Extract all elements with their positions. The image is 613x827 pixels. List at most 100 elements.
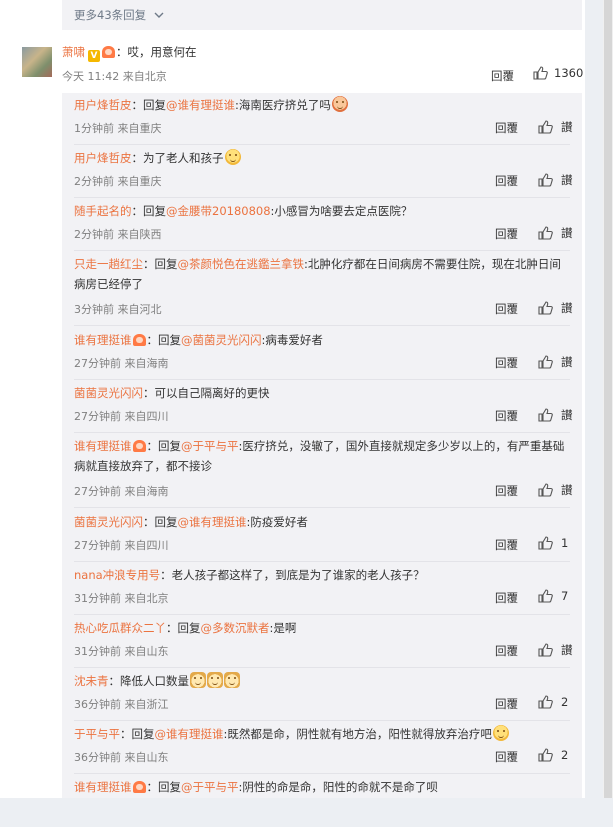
reply-item: 沈未青：降低人口数量 36分钟前 来自浙江 回覆 2	[62, 671, 582, 721]
like-count: 7	[561, 589, 569, 603]
reply-button[interactable]: 回覆	[495, 749, 518, 765]
reply-username[interactable]: 谁有理挺谁	[74, 333, 132, 347]
reply-button[interactable]: 回覆	[495, 696, 518, 712]
reply-body: :既然都是命，阴性就有地方治，阳性就得放弃治疗吧	[223, 727, 492, 741]
reply-username[interactable]: nana冲浪专用号	[74, 568, 160, 582]
reply-text-line: 菌菌灵光闪闪：可以自己隔离好的更快	[74, 383, 570, 403]
chevron-down-icon	[154, 12, 164, 18]
divider	[74, 667, 570, 668]
like-button[interactable]: 讃	[538, 354, 573, 370]
divider	[74, 432, 570, 433]
like-button[interactable]: 2	[538, 695, 568, 709]
reply-username[interactable]: 只走一趟红尘	[74, 257, 143, 271]
reply-username[interactable]: 谁有理挺谁	[74, 439, 132, 453]
like-count: 讃	[561, 301, 573, 315]
reply-username[interactable]: 随手起名的	[74, 204, 132, 218]
reply-body: :防疫爱好者	[246, 515, 308, 529]
reply-meta: 27分钟前 来自四川	[74, 410, 169, 423]
like-count: 2	[561, 748, 569, 762]
like-button[interactable]: 讃	[538, 482, 573, 498]
like-count: 2	[561, 695, 569, 709]
reply-item: 谁有理挺谁 ：回复@于平与平:医疗挤兑，没辙了，国外直接就规定多少岁以上的，有严重…	[62, 436, 582, 508]
reply-username[interactable]: 用户烽哲皮	[74, 151, 132, 165]
reply-item: 谁有理挺谁 ：回复@菌菌灵光闪闪:病毒爱好者 27分钟前 来自海南 回覆 讃	[62, 330, 582, 380]
mention-link[interactable]: @于平与平	[181, 780, 239, 794]
reply-text-line: 谁有理挺谁 ：回复@于平与平:阴性的命是命，阳性的命就不是命了呗	[74, 777, 570, 797]
reply-username[interactable]: 谁有理挺谁	[74, 780, 132, 794]
reply-body: :海南医疗挤兑了吗	[235, 98, 331, 112]
reply-body: :是啊	[269, 621, 297, 635]
thumbs-up-icon	[538, 173, 553, 187]
like-button[interactable]: 讃	[538, 300, 573, 316]
like-button[interactable]: 1	[538, 536, 568, 550]
reply-username[interactable]: 菌菌灵光闪闪	[74, 515, 143, 529]
reply-item: 菌菌灵光闪闪：回复@谁有理挺谁:防疫爱好者 27分钟前 来自四川 回覆 1	[62, 512, 582, 562]
like-button[interactable]: 讃	[538, 225, 573, 241]
reply-button[interactable]: 回覆	[491, 68, 514, 84]
reply-button[interactable]: 回覆	[495, 173, 518, 189]
divider	[74, 507, 570, 508]
reply-prefix: ：降低人口数量	[108, 674, 190, 688]
reply-text-line: 沈未青：降低人口数量	[74, 671, 570, 691]
like-button[interactable]: 讃	[538, 407, 573, 423]
more-replies-link[interactable]: 更多43条回复	[74, 7, 164, 23]
divider	[74, 250, 570, 251]
comment-meta: 今天 11:42 来自北京	[62, 70, 167, 83]
mention-link[interactable]: @多数沉默者	[201, 621, 270, 635]
reply-button[interactable]: 回覆	[495, 120, 518, 136]
thumbs-up-icon	[538, 120, 553, 134]
reply-button[interactable]: 回覆	[495, 590, 518, 606]
reply-text-line: nana冲浪专用号：老人孩子都这样了，到底是为了谁家的老人孩子？	[74, 565, 570, 585]
reply-button[interactable]: 回覆	[495, 226, 518, 242]
fan-badge-icon	[102, 46, 115, 58]
like-button[interactable]: 讃	[538, 119, 573, 135]
divider	[74, 561, 570, 562]
mention-link[interactable]: @金腰带20180808	[166, 204, 271, 218]
reply-meta: 1分钟前 来自重庆	[74, 122, 162, 135]
like-button[interactable]: 讃	[538, 642, 573, 658]
reply-prefix: ：回复	[146, 333, 182, 347]
reply-button[interactable]: 回覆	[495, 408, 518, 424]
mention-link[interactable]: @谁有理挺谁	[155, 727, 224, 741]
mention-link[interactable]: @谁有理挺谁	[166, 98, 235, 112]
reply-username[interactable]: 于平与平	[74, 727, 120, 741]
reply-text-line: 菌菌灵光闪闪：回复@谁有理挺谁:防疫爱好者	[74, 512, 570, 532]
dog-emoji-icon	[224, 672, 240, 688]
reply-prefix: ：回复	[146, 439, 182, 453]
mention-link[interactable]: @谁有理挺谁	[178, 515, 247, 529]
reply-item: 用户烽哲皮：为了老人和孩子 2分钟前 来自重庆 回覆 讃	[62, 148, 582, 198]
like-button[interactable]: 讃	[538, 172, 573, 188]
reply-text-line: 热心吃瓜群众二丫：回复@多数沉默者:是啊	[74, 618, 570, 638]
like-button[interactable]: 1360	[533, 66, 583, 80]
more-replies-label[interactable]: 更多43条回复	[74, 7, 146, 23]
reply-meta: 31分钟前 来自山东	[74, 645, 169, 658]
scrollbar-thumb[interactable]	[604, 0, 612, 798]
reply-button[interactable]: 回覆	[495, 301, 518, 317]
reply-button[interactable]: 回覆	[495, 643, 518, 659]
reply-prefix: ：回复	[143, 257, 178, 271]
reply-username[interactable]: 菌菌灵光闪闪	[74, 386, 143, 400]
reply-text-line: 谁有理挺谁 ：回复@菌菌灵光闪闪:病毒爱好者	[74, 330, 570, 350]
like-button[interactable]: 7	[538, 589, 568, 603]
reply-text-line: 只走一趟红尘：回复@茶颜悦色在逃鑑兰拿铁:北肿化疗都在日间病房不需要住院，现在北…	[74, 254, 570, 294]
reply-username[interactable]: 热心吃瓜群众二丫	[74, 621, 166, 635]
thumbs-up-icon	[538, 643, 553, 657]
reply-button[interactable]: 回覆	[495, 537, 518, 553]
like-count: 讃	[561, 226, 573, 240]
reply-button[interactable]: 回覆	[495, 483, 518, 499]
mention-link[interactable]: @茶颜悦色在逃鑑兰拿铁	[178, 257, 305, 271]
divider	[74, 197, 570, 198]
reply-username[interactable]: 沈未青	[74, 674, 109, 688]
thumbs-up-icon	[538, 695, 553, 709]
mention-link[interactable]: @菌菌灵光闪闪	[181, 333, 262, 347]
like-count: 讃	[561, 483, 573, 497]
reply-meta: 27分钟前 来自四川	[74, 539, 169, 552]
reply-item: nana冲浪专用号：老人孩子都这样了，到底是为了谁家的老人孩子？ 31分钟前 来自…	[62, 565, 582, 615]
mention-link[interactable]: @于平与平	[181, 439, 239, 453]
divider	[74, 773, 570, 774]
comment-username[interactable]: 萧啸	[62, 45, 85, 59]
reply-button[interactable]: 回覆	[495, 355, 518, 371]
avatar[interactable]	[22, 47, 52, 77]
reply-username[interactable]: 用户烽哲皮	[74, 98, 132, 112]
like-button[interactable]: 2	[538, 748, 568, 762]
